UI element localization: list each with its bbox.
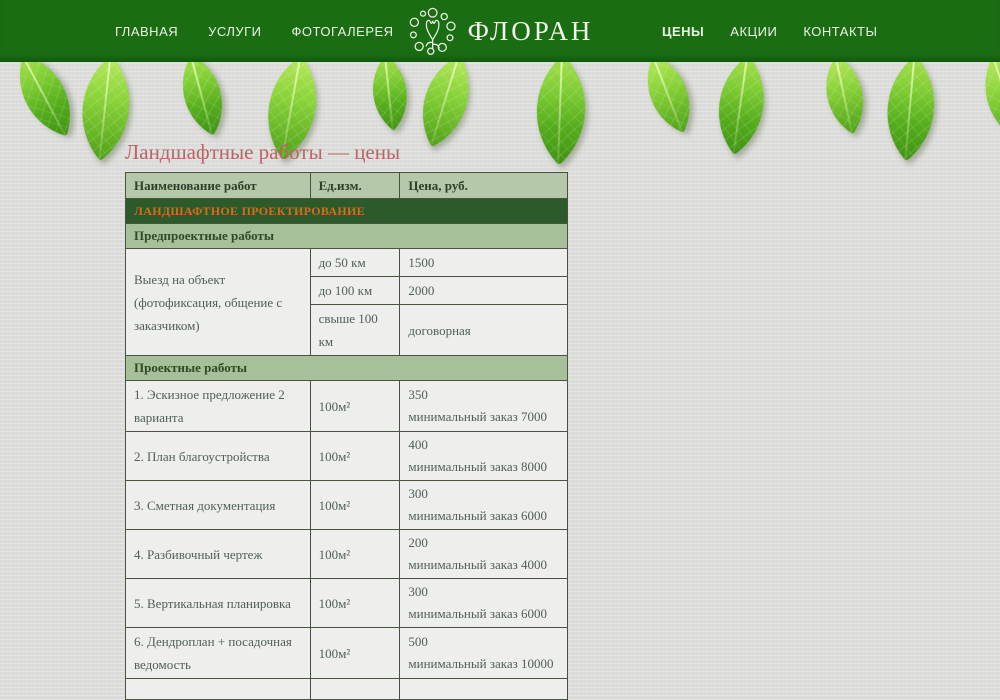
table-cell: 350минимальный заказ 7000 [400, 381, 568, 432]
column-header: Ед.изм. [310, 173, 400, 199]
table-cell: 100м² [310, 381, 400, 432]
nav-item-services[interactable]: УСЛУГИ [208, 24, 261, 39]
table-cell [126, 679, 311, 700]
nav-item-contacts[interactable]: КОНТАКТЫ [803, 24, 877, 39]
leaf-icon [685, 48, 798, 161]
table-cell: 100м² [310, 628, 400, 679]
leaf-icon [348, 51, 432, 135]
table-cell: 100м² [310, 579, 400, 628]
brand[interactable]: ФЛОРАН [407, 5, 594, 57]
table-cell [310, 679, 400, 700]
cell-line: 300 [408, 483, 559, 505]
table-cell: 6. Дендроплан + посадочная ведомость [126, 628, 311, 679]
table-row: 6. Дендроплан + посадочная ведомость100м… [126, 628, 568, 679]
table-row: 1. Эскизное предложение 2 варианта100м²3… [126, 381, 568, 432]
price-table-head: Наименование работЕд.изм.Цена, руб. [126, 173, 568, 199]
nav-right: ЦЕНЫ АКЦИИ КОНТАКТЫ [662, 0, 878, 62]
subsection-row: Проектные работы [126, 356, 568, 381]
column-header-row: Наименование работЕд.изм.Цена, руб. [126, 173, 568, 199]
content: Ландшафтные работы — цены Наименование р… [125, 140, 570, 700]
cell-line: минимальный заказ 6000 [408, 505, 559, 527]
subsection-label: Предпроектные работы [126, 224, 568, 249]
table-cell: до 100 км [310, 277, 400, 305]
table-cell: 2000 [400, 277, 568, 305]
cell-line: 400 [408, 434, 559, 456]
cell-line: минимальный заказ 6000 [408, 603, 559, 625]
table-cell: 500минимальный заказ 10000 [400, 628, 568, 679]
table-cell: 1. Эскизное предложение 2 варианта [126, 381, 311, 432]
cell-line: минимальный заказ 8000 [408, 456, 559, 478]
table-cell: свыше 100 км [310, 305, 400, 356]
table-row: 5. Вертикальная планировка100м²300минима… [126, 579, 568, 628]
table-cell: 100м² [310, 481, 400, 530]
table-cell: 100м² [310, 432, 400, 481]
nav-item-home[interactable]: ГЛАВНАЯ [115, 24, 178, 39]
table-row: 2. План благоустройства100м²400минимальн… [126, 432, 568, 481]
subsection-row: Предпроектные работы [126, 224, 568, 249]
section-row: ЛАНДШАФТНОЕ ПРОЕКТИРОВАНИЕ [126, 199, 568, 224]
table-cell: 1500 [400, 249, 568, 277]
table-row [126, 679, 568, 700]
cell-line: 350 [408, 384, 559, 406]
nav-item-promotions[interactable]: АКЦИИ [730, 24, 777, 39]
table-cell: 3. Сметная документация [126, 481, 311, 530]
table-cell: до 50 км [310, 249, 400, 277]
table-cell: 5. Вертикальная планировка [126, 579, 311, 628]
nav-item-prices[interactable]: ЦЕНЫ [662, 24, 704, 39]
cell-line: минимальный заказ 4000 [408, 554, 559, 576]
subsection-label: Проектные работы [126, 356, 568, 381]
table-cell: 4. Разбивочный чертеж [126, 530, 311, 579]
table-cell: 400минимальный заказ 8000 [400, 432, 568, 481]
cell-line: 200 [408, 532, 559, 554]
nav-item-photogallery[interactable]: ФОТОГАЛЕРЕЯ [292, 24, 394, 39]
cell-line: минимальный заказ 7000 [408, 406, 559, 428]
column-header: Наименование работ [126, 173, 311, 199]
cell-line: минимальный заказ 10000 [408, 653, 559, 675]
table-cell: Выезд на объект (фотофиксация, общение с… [126, 249, 311, 356]
table-row: 3. Сметная документация100м²300минимальн… [126, 481, 568, 530]
table-cell: 200минимальный заказ 4000 [400, 530, 568, 579]
cell-line: 300 [408, 581, 559, 603]
price-table-body: ЛАНДШАФТНОЕ ПРОЕКТИРОВАНИЕПредпроектные … [126, 199, 568, 700]
column-header: Цена, руб. [400, 173, 568, 199]
leaf-icon [853, 50, 968, 165]
brand-name: ФЛОРАН [468, 16, 594, 47]
nav-left: ГЛАВНАЯ УСЛУГИ ФОТОГАЛЕРЕЯ [115, 0, 394, 62]
table-cell: 100м² [310, 530, 400, 579]
table-cell: 300минимальный заказ 6000 [400, 579, 568, 628]
section-label: ЛАНДШАФТНОЕ ПРОЕКТИРОВАНИЕ [126, 199, 568, 224]
table-row: Выезд на объект (фотофиксация, общение с… [126, 249, 568, 277]
price-table: Наименование работЕд.изм.Цена, руб. ЛАНД… [125, 172, 568, 700]
table-cell: договорная [400, 305, 568, 356]
page-title: Ландшафтные работы — цены [125, 140, 570, 165]
header: ГЛАВНАЯ УСЛУГИ ФОТОГАЛЕРЕЯ ФЛОРАН ЦЕНЫ АКЦИ… [0, 0, 1000, 62]
table-cell: 300минимальный заказ 6000 [400, 481, 568, 530]
table-cell: 2. План благоустройства [126, 432, 311, 481]
table-cell [400, 679, 568, 700]
floral-emblem-icon [407, 5, 459, 57]
table-row: 4. Разбивочный чертеж100м²200минимальный… [126, 530, 568, 579]
